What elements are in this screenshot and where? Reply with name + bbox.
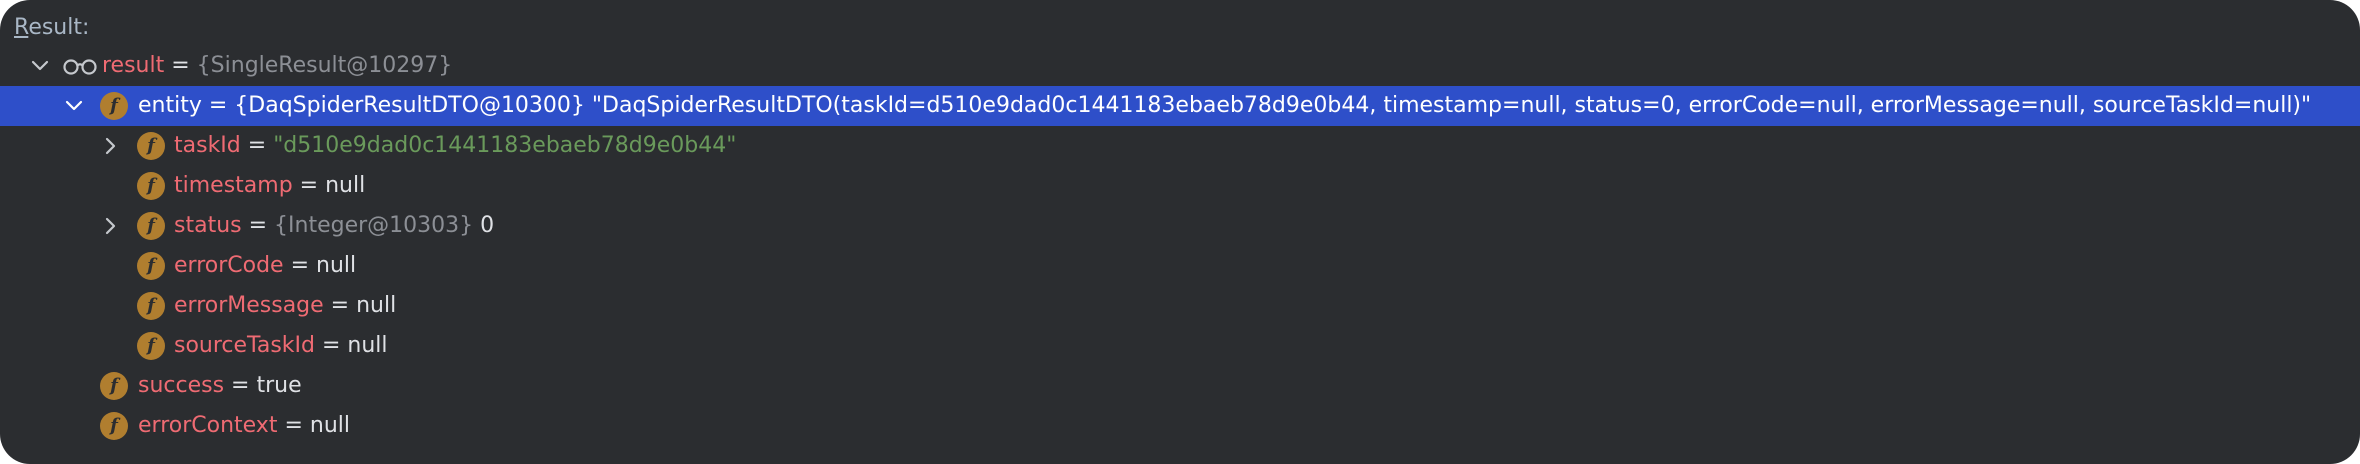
- field-icon: f: [137, 286, 165, 326]
- result-header-label: esult:: [28, 15, 90, 40]
- field-name: errorContext: [138, 413, 278, 438]
- tree-row-content: errorMessage = null: [174, 286, 396, 326]
- equals-sign: =: [164, 53, 197, 78]
- tree-row-errorContext[interactable]: f errorContext = null: [0, 406, 2360, 446]
- field-icon: f: [100, 406, 128, 446]
- tree-row-sourceTaskId[interactable]: f sourceTaskId = null: [0, 326, 2360, 366]
- field-value: null: [325, 173, 366, 198]
- field-value: null: [356, 293, 397, 318]
- chevron-right-icon[interactable]: [100, 126, 120, 166]
- tree-row-taskId[interactable]: f taskId = "d510e9dad0c1441183ebaeb78d9e…: [0, 126, 2360, 166]
- field-icon: f: [100, 86, 128, 126]
- field-name: success: [138, 373, 225, 398]
- chevron-down-icon[interactable]: [64, 86, 84, 126]
- chevron-right-icon[interactable]: [100, 206, 120, 246]
- equals-sign: =: [315, 333, 348, 358]
- object-type: {Integer@10303}: [274, 213, 474, 238]
- result-header: Result:: [14, 13, 89, 43]
- tree-row-content: status = {Integer@10303} 0: [174, 206, 494, 246]
- equals-sign: =: [277, 413, 310, 438]
- tree-row-content: result = {SingleResult@10297}: [102, 46, 452, 86]
- equals-sign: =: [240, 133, 274, 158]
- field-name: errorMessage: [174, 293, 324, 318]
- tree-row-content: success = true: [138, 366, 302, 406]
- chevron-down-icon[interactable]: [30, 46, 50, 86]
- object-type: {SingleResult@10297}: [196, 53, 453, 78]
- equals-sign: =: [283, 253, 317, 278]
- object-type: {DaqSpiderResultDTO@10300}: [234, 93, 585, 118]
- field-icon: f: [137, 166, 165, 206]
- debugger-result-panel: Result: result = {SingleResult@10297} f …: [0, 0, 2360, 464]
- tree-row-content: entity = {DaqSpiderResultDTO@10300} "Daq…: [138, 86, 2311, 126]
- tree-row-success[interactable]: f success = true: [0, 366, 2360, 406]
- field-icon: f: [137, 126, 165, 166]
- field-value: null: [316, 253, 357, 278]
- field-name: sourceTaskId: [174, 333, 315, 358]
- field-value: null: [309, 413, 350, 438]
- field-name: errorCode: [174, 253, 284, 278]
- field-name: status: [174, 213, 242, 238]
- tree-row-timestamp[interactable]: f timestamp = null: [0, 166, 2360, 206]
- variables-tree: result = {SingleResult@10297} f entity =…: [0, 46, 2360, 446]
- tree-row-content: errorContext = null: [138, 406, 350, 446]
- result-header-mnemonic: R: [14, 15, 29, 40]
- field-icon: f: [137, 246, 165, 286]
- field-name: timestamp: [174, 173, 293, 198]
- equals-sign: =: [201, 93, 235, 118]
- tree-row-content: errorCode = null: [174, 246, 356, 286]
- equals-sign: =: [292, 173, 326, 198]
- equals-sign: =: [323, 293, 357, 318]
- field-icon: f: [100, 366, 128, 406]
- field-value: true: [256, 373, 302, 398]
- tree-row-content: taskId = "d510e9dad0c1441183ebaeb78d9e0b…: [174, 126, 736, 166]
- field-name: entity: [138, 93, 202, 118]
- equals-sign: =: [241, 213, 275, 238]
- tostring-value: "DaqSpiderResultDTO(taskId=d510e9dad0c14…: [584, 93, 2312, 118]
- tree-row-errorCode[interactable]: f errorCode = null: [0, 246, 2360, 286]
- string-value: "d510e9dad0c1441183ebaeb78d9e0b44": [273, 133, 737, 158]
- glasses-icon: [62, 46, 98, 86]
- field-name: result: [102, 53, 165, 78]
- tree-row-content: timestamp = null: [174, 166, 365, 206]
- tree-row-content: sourceTaskId = null: [174, 326, 388, 366]
- tree-row-entity[interactable]: f entity = {DaqSpiderResultDTO@10300} "D…: [0, 86, 2360, 126]
- field-value: null: [347, 333, 388, 358]
- equals-sign: =: [224, 373, 257, 398]
- field-value: 0: [473, 213, 495, 238]
- field-name: taskId: [174, 133, 241, 158]
- field-icon: f: [137, 326, 165, 366]
- tree-row-result[interactable]: result = {SingleResult@10297}: [0, 46, 2360, 86]
- tree-row-status[interactable]: f status = {Integer@10303} 0: [0, 206, 2360, 246]
- tree-row-errorMessage[interactable]: f errorMessage = null: [0, 286, 2360, 326]
- field-icon: f: [137, 206, 165, 246]
